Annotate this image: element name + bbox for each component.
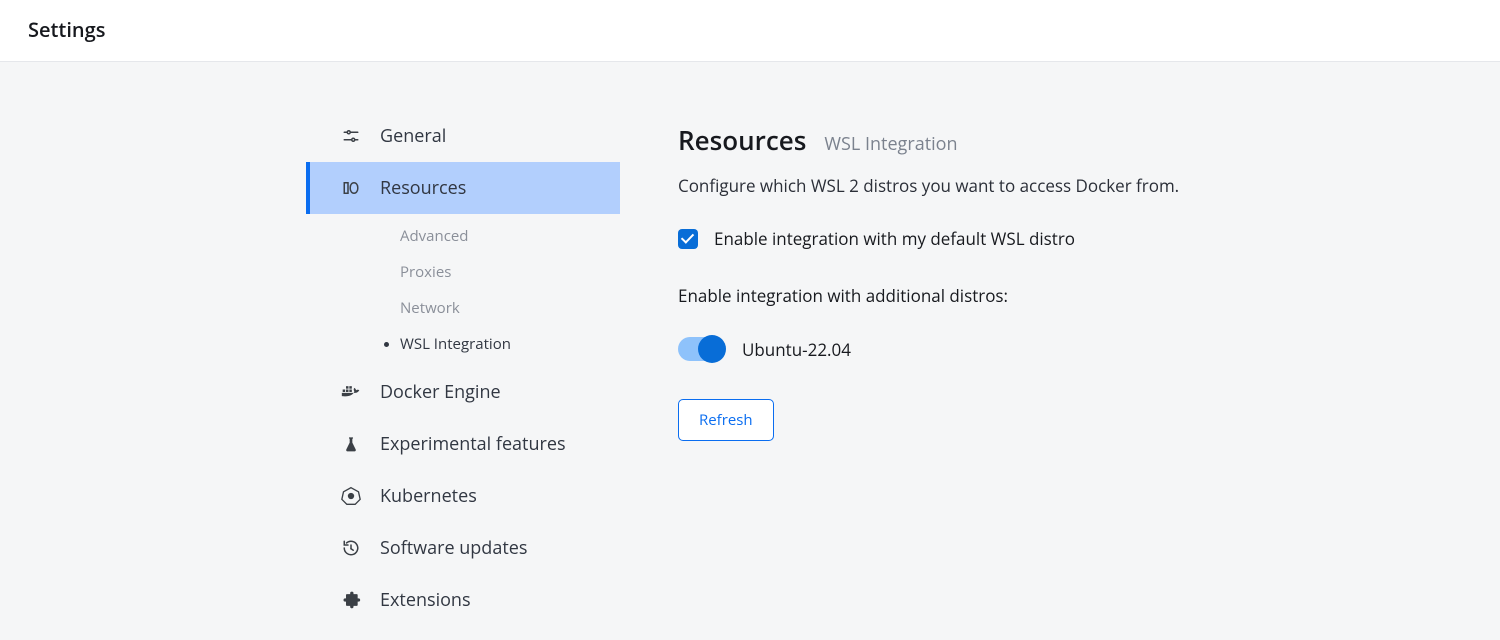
sidebar-item-label: Experimental features [380,432,566,456]
sidebar-subitem-proxies[interactable]: Proxies [306,254,620,290]
page-title: Settings [28,16,1472,43]
sidebar-item-label: Resources [380,176,466,200]
sidebar-item-label: Kubernetes [380,484,477,508]
resources-icon [340,179,362,197]
flask-icon [340,435,362,453]
sidebar-subitem-label: Proxies [400,262,451,282]
sidebar-subitem-advanced[interactable]: Advanced [306,218,620,254]
sidebar-item-docker-engine[interactable]: Docker Engine [306,366,620,418]
docker-icon [340,384,362,400]
sidebar-item-experimental[interactable]: Experimental features [306,418,620,470]
enable-default-row[interactable]: Enable integration with my default WSL d… [678,227,1380,250]
breadcrumb-subtitle: WSL Integration [824,132,957,156]
additional-distros-label: Enable integration with additional distr… [678,284,1380,307]
sliders-icon [340,127,362,145]
distro-row: Ubuntu-22.04 [678,337,1380,361]
sidebar-subitem-wsl-integration[interactable]: WSL Integration [306,326,620,362]
sidebar-item-kubernetes[interactable]: Kubernetes [306,470,620,522]
refresh-button[interactable]: Refresh [678,399,774,441]
breadcrumb: Resources WSL Integration [678,122,1380,158]
sidebar-item-general[interactable]: General [306,110,620,162]
enable-default-label: Enable integration with my default WSL d… [714,227,1075,250]
sidebar-subitem-label: WSL Integration [400,334,511,354]
checkbox-checked-icon[interactable] [678,229,698,249]
sidebar-item-label: Software updates [380,536,527,560]
resources-sublist: Advanced Proxies Network WSL Integration [306,214,620,366]
kubernetes-icon [340,486,362,506]
sidebar-item-software-updates[interactable]: Software updates [306,522,620,574]
distro-name: Ubuntu-22.04 [742,338,851,361]
settings-main: Resources WSL Integration Configure whic… [620,110,1380,626]
sidebar-item-extensions[interactable]: Extensions [306,574,620,626]
sidebar-item-label: Docker Engine [380,380,501,404]
sidebar-item-label: Extensions [380,588,471,612]
history-icon [340,539,362,557]
sidebar-subitem-network[interactable]: Network [306,290,620,326]
settings-layout: General Resources Advanced Proxies Netwo… [0,62,1500,626]
settings-sidebar: General Resources Advanced Proxies Netwo… [0,110,620,626]
sidebar-item-resources[interactable]: Resources [306,162,620,214]
sidebar-item-label: General [380,124,446,148]
section-description: Configure which WSL 2 distros you want t… [678,174,1380,197]
settings-header: Settings [0,0,1500,62]
sidebar-subitem-label: Advanced [400,226,468,246]
breadcrumb-title: Resources [678,122,806,158]
distro-toggle[interactable] [678,337,724,361]
sidebar-subitem-label: Network [400,298,460,318]
puzzle-icon [340,590,362,610]
